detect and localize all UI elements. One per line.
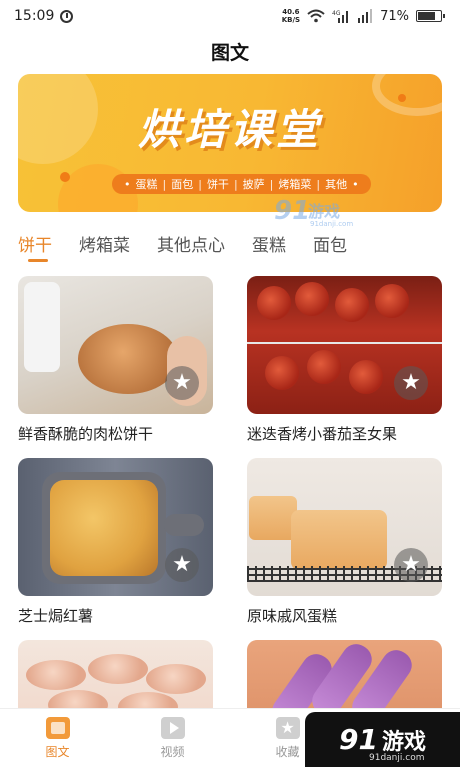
status-right: 40.6 KB/S 4G 71% bbox=[282, 8, 445, 24]
battery-percent: 71% bbox=[380, 8, 409, 24]
recipe-image: ★ bbox=[18, 458, 213, 596]
signal-icon bbox=[358, 9, 373, 23]
tab-label: 烤箱菜 bbox=[79, 236, 130, 256]
net-speed-unit: KB/S bbox=[281, 16, 301, 24]
tab-indicator bbox=[28, 259, 48, 262]
tab-label: 饼干 bbox=[18, 236, 52, 256]
banner-tag: 面包 bbox=[171, 178, 194, 191]
banner-tag: 蛋糕 bbox=[135, 178, 158, 191]
banner-tags: • 蛋糕 | 面包 | 饼干 | 披萨 | 烤箱菜 | 其他 • bbox=[112, 174, 371, 194]
star-icon[interactable]: ★ bbox=[165, 548, 199, 582]
promo-banner[interactable]: 烘培课堂 • 蛋糕 | 面包 | 饼干 | 披萨 | 烤箱菜 | 其他 • bbox=[18, 74, 442, 212]
nav-label: 收藏 bbox=[275, 745, 300, 759]
video-icon bbox=[160, 717, 185, 739]
recipe-image: ★ bbox=[247, 458, 442, 596]
recipe-title: 鲜香酥脆的肉松饼干 bbox=[18, 425, 154, 443]
watermark-text: 游戏 bbox=[308, 202, 341, 221]
recipe-title: 迷迭香烤小番茄圣女果 bbox=[247, 425, 398, 443]
tab-biscuits[interactable]: 饼干 bbox=[18, 231, 52, 262]
recipe-card[interactable]: ★ 鲜香酥脆的肉松饼干 bbox=[18, 276, 213, 444]
watermark-number: 91 bbox=[274, 196, 311, 226]
status-left: 15:09 bbox=[14, 8, 74, 24]
banner-title: 烘培课堂 bbox=[137, 105, 322, 154]
recipe-title: 芝士焗红薯 bbox=[18, 607, 94, 625]
banner-tag: 其他 bbox=[325, 178, 348, 191]
nav-label: 图文 bbox=[45, 745, 70, 759]
tab-other-snacks[interactable]: 其他点心 bbox=[157, 231, 225, 256]
recipe-card[interactable]: ★ 迷迭香烤小番茄圣女果 bbox=[247, 276, 442, 444]
nav-item-videos[interactable]: 视频 bbox=[115, 709, 230, 767]
star-icon: ★ bbox=[275, 717, 300, 739]
recipe-image: ★ bbox=[247, 276, 442, 414]
article-icon bbox=[45, 717, 70, 739]
recipe-card[interactable]: ★ 原味戚风蛋糕 bbox=[247, 458, 442, 626]
alarm-icon bbox=[60, 9, 74, 23]
watermark-site: 91danji.com bbox=[369, 753, 425, 763]
battery-icon bbox=[416, 10, 445, 22]
watermark-site: 91danji.com bbox=[310, 220, 354, 228]
status-bar: 15:09 40.6 KB/S 4G 71% bbox=[0, 0, 460, 32]
svg-text:4G: 4G bbox=[332, 10, 341, 17]
banner-tag: 披萨 bbox=[242, 178, 265, 191]
net-speed: 40.6 KB/S bbox=[282, 8, 300, 24]
watermark-number: 91 bbox=[339, 723, 378, 756]
tab-oven-dishes[interactable]: 烤箱菜 bbox=[79, 231, 130, 256]
category-tabs: 饼干 烤箱菜 其他点心 蛋糕 面包 bbox=[18, 231, 460, 265]
net-speed-value: 40.6 bbox=[282, 8, 300, 16]
status-time: 15:09 bbox=[14, 8, 55, 24]
watermark-corner: 91 游戏 91danji.com bbox=[305, 712, 460, 767]
tab-label: 其他点心 bbox=[157, 236, 225, 256]
banner-tag: 饼干 bbox=[206, 178, 229, 191]
tab-bread[interactable]: 面包 bbox=[313, 231, 347, 256]
tab-label: 蛋糕 bbox=[252, 236, 286, 256]
recipe-title: 原味戚风蛋糕 bbox=[247, 607, 338, 625]
recipe-card[interactable]: ★ 芝士焗红薯 bbox=[18, 458, 213, 626]
star-icon[interactable]: ★ bbox=[394, 366, 428, 400]
wifi-icon bbox=[307, 9, 325, 23]
banner-dot bbox=[60, 172, 70, 182]
star-icon[interactable]: ★ bbox=[165, 366, 199, 400]
tab-cakes[interactable]: 蛋糕 bbox=[252, 231, 286, 256]
nav-label: 视频 bbox=[160, 745, 185, 759]
banner-tag: 烤箱菜 bbox=[278, 178, 312, 191]
recipe-image: ★ bbox=[18, 276, 213, 414]
page-title: 图文 bbox=[210, 42, 249, 64]
signal-4g-icon: 4G bbox=[332, 10, 349, 23]
watermark-badge: 91 游戏 91danji.com bbox=[274, 196, 370, 232]
nav-item-articles[interactable]: 图文 bbox=[0, 709, 115, 767]
star-icon[interactable]: ★ bbox=[394, 548, 428, 582]
tab-label: 面包 bbox=[313, 236, 347, 256]
watermark-text: 游戏 bbox=[381, 729, 426, 755]
